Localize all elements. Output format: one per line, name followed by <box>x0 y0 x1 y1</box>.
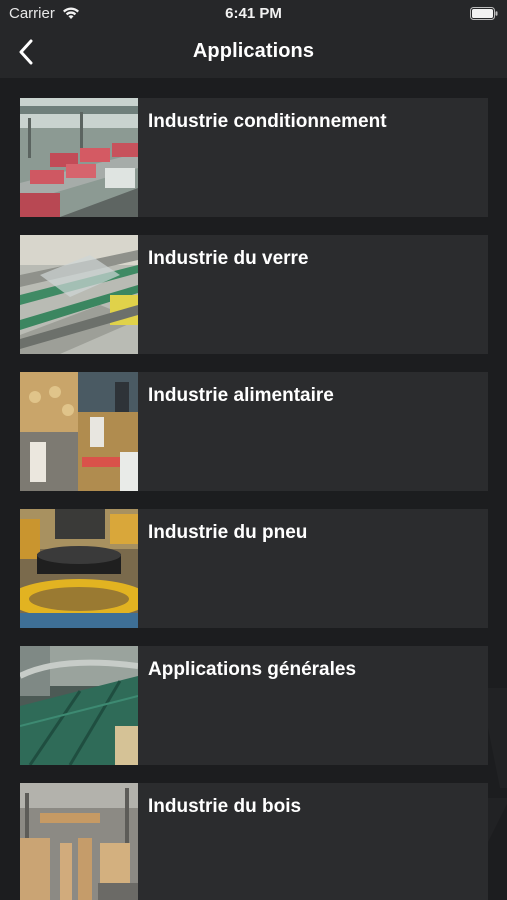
list-item-title: Industrie du verre <box>148 248 309 269</box>
list-item-title: Industrie alimentaire <box>148 385 334 406</box>
glass-conveyor-photo <box>20 235 138 354</box>
list-item-title: Applications générales <box>148 659 357 680</box>
list-item[interactable]: Industrie du verre <box>20 235 488 354</box>
list-item-title: Industrie conditionnement <box>148 111 387 132</box>
battery-icon <box>470 7 498 20</box>
general-belt-photo <box>20 646 138 765</box>
list-item[interactable]: Industrie alimentaire <box>20 372 488 491</box>
page-title: Applications <box>192 40 315 62</box>
wood-industry-photo <box>20 783 138 900</box>
list-item[interactable]: Industrie du pneu <box>20 509 488 628</box>
applications-list[interactable]: Industrie conditionnement Industrie du v… <box>0 78 507 900</box>
packaging-conveyor-photo <box>20 98 138 217</box>
list-item-title: Industrie du bois <box>148 796 302 817</box>
tire-handling-photo <box>20 509 138 628</box>
status-bar: Carrier 6:41 PM <box>0 0 507 28</box>
list-item-title: Industrie du pneu <box>148 522 308 543</box>
food-processing-photo <box>20 372 138 491</box>
status-time: 6:41 PM <box>225 5 282 22</box>
list-item[interactable]: Industrie conditionnement <box>20 98 488 217</box>
navigation-bar: Applications <box>0 28 507 78</box>
list-item[interactable]: Industrie du bois <box>20 783 488 900</box>
list-item[interactable]: Applications générales <box>20 646 488 765</box>
